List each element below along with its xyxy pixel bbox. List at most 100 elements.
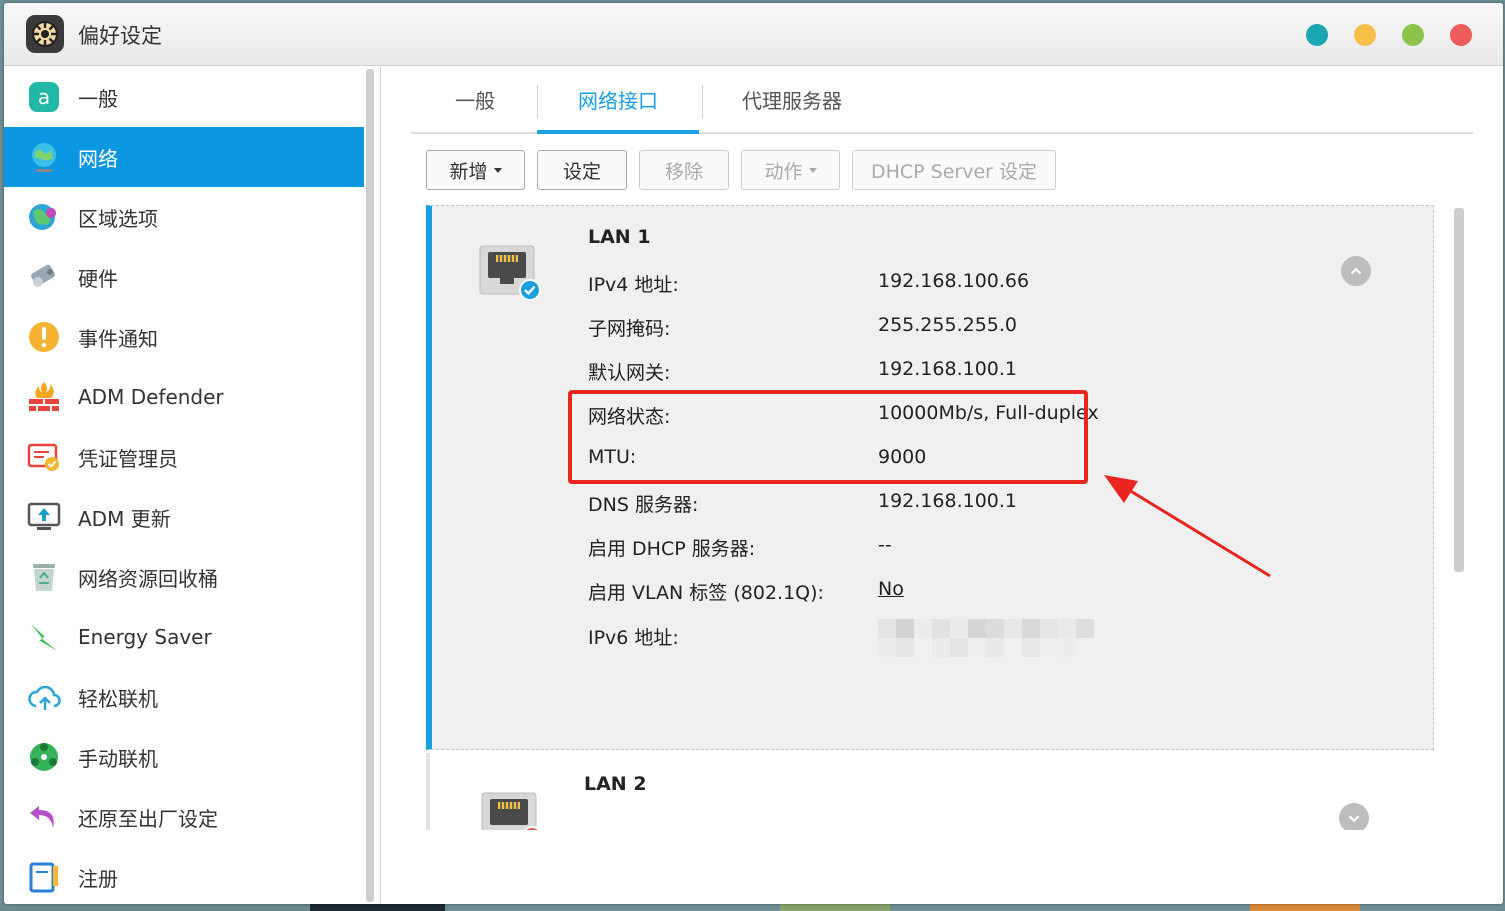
sidebar-item-label: 区域选项 [78, 206, 158, 231]
sidebar-item-energy-saver[interactable]: Energy Saver [4, 607, 364, 667]
tab-bar: 一般 网络接口 代理服务器 [411, 67, 1473, 134]
ipv4-label: IPv4 地址: [588, 274, 679, 296]
sidebar-item-register[interactable]: 注册 [4, 847, 364, 904]
vlan-tag-label: 启用 VLAN 标签 (802.1Q): [588, 582, 824, 604]
update-icon [27, 500, 61, 534]
cloud-icon [27, 680, 61, 714]
maximize-button[interactable] [1402, 24, 1424, 46]
sidebar-item-label: 凭证管理员 [78, 446, 178, 471]
window-title: 偏好设定 [78, 24, 162, 48]
general-icon: a [27, 80, 61, 114]
restore-icon [27, 800, 61, 834]
sidebar-item-recycle-bin[interactable]: 网络资源回收桶 [4, 547, 364, 607]
gateway-value: 192.168.100.1 [878, 358, 1018, 380]
title-bar: 偏好设定 [4, 3, 1503, 66]
chevron-down-icon [1348, 815, 1360, 823]
subnet-mask-value: 255.255.255.0 [878, 314, 1018, 336]
caret-down-icon [808, 167, 817, 173]
lan1-card[interactable]: LAN 1 IPv4 地址: 192.168.100.66 子网掩码: 255.… [426, 205, 1434, 750]
mtu-value: 9000 [878, 446, 927, 468]
sidebar-scrollbar[interactable] [366, 69, 374, 902]
minimize-button[interactable] [1354, 24, 1376, 46]
settings-button-label: 设定 [562, 160, 601, 183]
gateway-label: 默认网关: [588, 362, 671, 384]
ipv6-label: IPv6 地址: [588, 627, 679, 649]
close-button[interactable] [1450, 24, 1472, 46]
energy-icon [27, 620, 61, 654]
remove-button-label: 移除 [664, 160, 703, 183]
sidebar-item-region[interactable]: 区域选项 [4, 187, 364, 247]
sidebar-item-certificate[interactable]: 凭证管理员 [4, 427, 364, 487]
annotation-arrow-icon [1104, 475, 1271, 578]
register-icon [27, 860, 61, 894]
sidebar-item-network[interactable]: 网络 [4, 127, 364, 187]
sidebar-item-label: 一般 [78, 86, 118, 111]
sidebar: a 一般 网络 区域选项 硬件 事件通知 ADM Defender 凭证管理员 … [4, 67, 381, 904]
sidebar-item-adm-defender[interactable]: ADM Defender [4, 367, 364, 427]
network-globe-icon [27, 140, 61, 174]
tab-proxy-server[interactable]: 代理服务器 [723, 85, 861, 134]
add-button[interactable]: 新增 [426, 150, 525, 190]
sidebar-item-label: 网络 [78, 146, 118, 171]
certificate-icon [27, 440, 61, 474]
remove-button[interactable]: 移除 [639, 150, 729, 190]
sidebar-item-label: 硬件 [78, 266, 118, 291]
sidebar-item-label: 注册 [78, 866, 118, 891]
action-button[interactable]: 动作 [741, 150, 840, 190]
ipv4-value: 192.168.100.66 [878, 270, 1030, 292]
lan2-title: LAN 2 [584, 773, 647, 795]
sidebar-item-factory-reset[interactable]: 还原至出厂设定 [4, 787, 364, 847]
expand-lan2-button[interactable] [1339, 803, 1369, 830]
sidebar-item-ez-connect[interactable]: 轻松联机 [4, 667, 364, 727]
network-status-value: 10000Mb/s, Full-duplex [878, 402, 1099, 424]
connect-icon [27, 740, 61, 774]
tab-general[interactable]: 一般 [433, 85, 517, 134]
sidebar-item-label: 网络资源回收桶 [78, 566, 218, 591]
ethernet-port-icon [478, 244, 541, 301]
main-content: 一般 网络接口 代理服务器 新增 设定 移除 动作 DHCP Server 设定 [382, 67, 1503, 904]
dns-server-label: DNS 服务器: [588, 494, 699, 516]
firewall-icon [27, 380, 61, 414]
dns-server-value: 192.168.100.1 [878, 490, 1018, 512]
subnet-mask-label: 子网掩码: [588, 318, 671, 340]
desktop-background [0, 903, 1505, 911]
svg-text:a: a [38, 85, 50, 109]
dhcp-button-label: DHCP Server 设定 [870, 160, 1038, 183]
alert-icon [27, 320, 61, 354]
interface-list: LAN 1 IPv4 地址: 192.168.100.66 子网掩码: 255.… [426, 205, 1436, 830]
lan1-title: LAN 1 [588, 226, 651, 248]
lan2-card[interactable]: LAN 2 [426, 753, 1434, 830]
dhcp-server-settings-button[interactable]: DHCP Server 设定 [852, 150, 1056, 190]
settings-button[interactable]: 设定 [537, 150, 627, 190]
sidebar-item-general[interactable]: a 一般 [4, 67, 364, 127]
collapse-lan1-button[interactable] [1341, 256, 1371, 286]
sidebar-item-notification[interactable]: 事件通知 [4, 307, 364, 367]
window-teal-button[interactable] [1306, 24, 1328, 46]
vlan-tag-value: No [878, 578, 904, 600]
sidebar-item-label: 事件通知 [78, 326, 158, 351]
sidebar-item-hardware[interactable]: 硬件 [4, 247, 364, 307]
sidebar-item-label: 手动联机 [78, 746, 158, 771]
hardware-icon [27, 260, 61, 294]
caret-down-icon [493, 167, 502, 173]
sidebar-item-manual-connect[interactable]: 手动联机 [4, 727, 364, 787]
mtu-label: MTU: [588, 446, 637, 468]
action-button-label: 动作 [764, 160, 803, 183]
region-globe-icon [27, 200, 61, 234]
content-scrollbar[interactable] [1454, 208, 1464, 572]
sidebar-item-adm-update[interactable]: ADM 更新 [4, 487, 364, 547]
sidebar-item-label: 轻松联机 [78, 686, 158, 711]
app-settings-icon [26, 15, 64, 53]
add-button-label: 新增 [449, 160, 488, 183]
dhcp-server-value: -- [878, 534, 892, 556]
ethernet-port-icon [480, 791, 541, 830]
tab-network-interface[interactable]: 网络接口 [537, 85, 699, 134]
sidebar-item-label: ADM Defender [78, 385, 224, 409]
sidebar-item-label: ADM 更新 [78, 506, 171, 531]
sidebar-item-label: Energy Saver [78, 625, 212, 649]
sidebar-item-label: 还原至出厂设定 [78, 806, 218, 831]
tab-divider [702, 85, 703, 119]
network-status-label: 网络状态: [588, 406, 671, 428]
dhcp-server-label: 启用 DHCP 服务器: [588, 538, 756, 560]
recycle-bin-icon [27, 560, 61, 594]
